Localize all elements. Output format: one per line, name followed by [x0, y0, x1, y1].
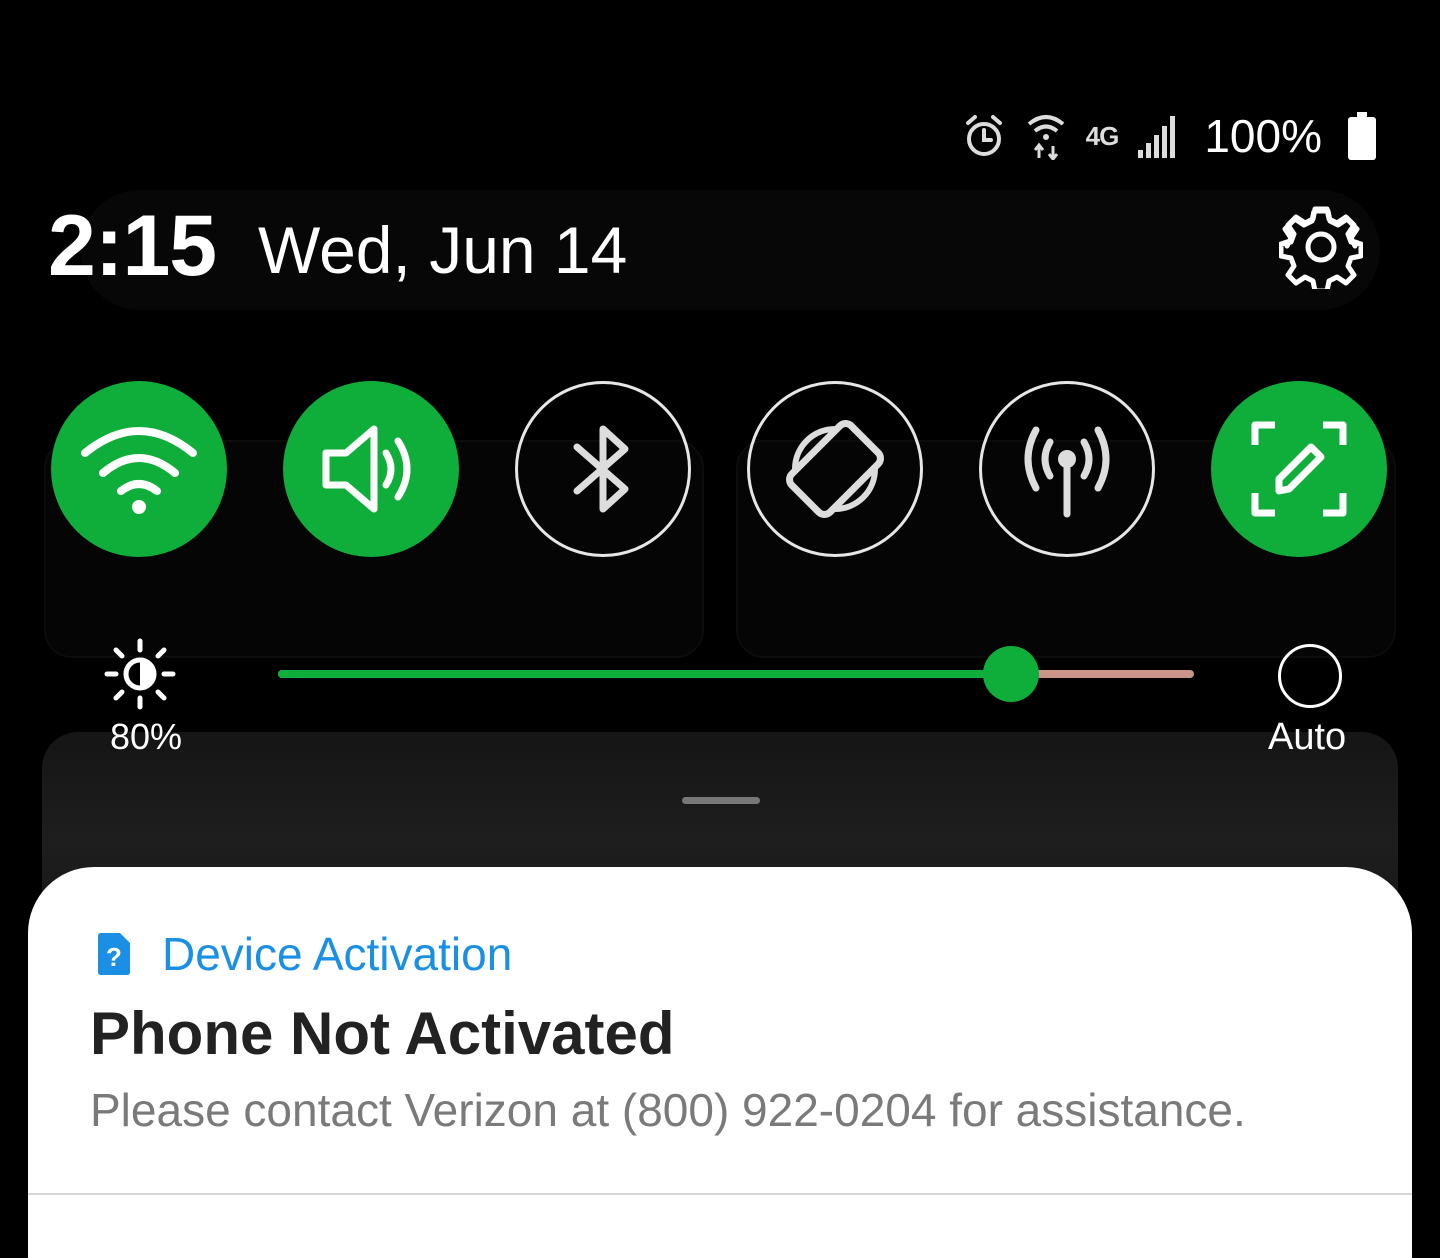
auto-brightness-label: Auto	[1268, 716, 1347, 758]
status-bar: 4G 100%	[962, 108, 1384, 164]
brightness-slider-thumb[interactable]	[983, 646, 1039, 702]
alarm-icon	[962, 112, 1006, 160]
brightness-icon	[104, 638, 176, 710]
notification-title: Phone Not Activated	[90, 1000, 675, 1067]
wifi-icon	[81, 427, 197, 514]
svg-text:?: ?	[106, 942, 122, 972]
notification-body: Please contact Verizon at (800) 922-0204…	[90, 1084, 1246, 1136]
wifi-calling-icon	[1024, 112, 1068, 160]
mobile-hotspot-toggle[interactable]	[979, 381, 1155, 557]
auto-rotate-toggle[interactable]	[747, 381, 923, 557]
battery-percent: 100%	[1204, 110, 1322, 162]
notification-divider	[28, 1193, 1412, 1195]
bluetooth-toggle[interactable]	[515, 381, 691, 557]
clock[interactable]: 2:15	[48, 196, 217, 296]
screenshot-edit-toggle[interactable]	[1211, 381, 1387, 557]
bluetooth-icon	[573, 425, 629, 513]
speaker-icon	[322, 425, 411, 513]
signal-icon	[1136, 112, 1180, 160]
hotspot-icon	[1024, 426, 1110, 518]
notification-header: ? Device Activation	[94, 927, 512, 981]
wifi-toggle[interactable]	[51, 381, 227, 557]
rotate-icon	[786, 420, 884, 518]
date[interactable]: Wed, Jun 14	[258, 210, 627, 290]
sim-help-icon: ?	[98, 933, 130, 975]
brightness-slider[interactable]	[278, 646, 1194, 702]
notification-card[interactable]: ? Device Activation Phone Not Activated …	[28, 867, 1412, 1258]
notification-app-name: Device Activation	[162, 928, 513, 980]
brightness-percent: 80%	[110, 716, 183, 757]
screen-edit-icon	[1251, 421, 1347, 517]
gear-icon	[1279, 206, 1363, 289]
brightness-slider-fill	[278, 670, 1011, 678]
panel-drag-handle[interactable]	[682, 797, 760, 804]
battery-icon	[1340, 112, 1384, 160]
auto-brightness-toggle[interactable]	[1278, 644, 1342, 708]
sound-toggle[interactable]	[283, 381, 459, 557]
settings-button[interactable]	[1274, 200, 1368, 294]
network-type: 4G	[1085, 120, 1120, 151]
